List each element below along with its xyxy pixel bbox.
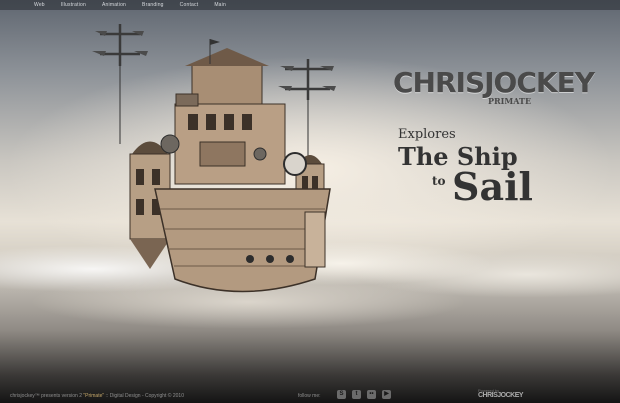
nav-item-animation[interactable]: Animation <box>102 0 126 10</box>
nav-item-contact[interactable]: Contact <box>180 0 199 10</box>
top-navigation: Web Illustration Animation Branding Cont… <box>0 0 620 10</box>
nav-item-illustration[interactable]: Illustration <box>61 0 86 10</box>
flickr-icon[interactable]: •• <box>367 390 376 399</box>
nav-item-branding[interactable]: Branding <box>142 0 164 10</box>
social-links: S t •• ▶ <box>337 390 391 399</box>
skype-icon[interactable]: S <box>337 390 346 399</box>
follow-label: follow me: <box>298 393 321 399</box>
youtube-icon[interactable]: ▶ <box>382 390 391 399</box>
copyright-text: chrisjockey™ presents version 2 "Primate… <box>10 393 184 399</box>
headline-line-3: to <box>432 174 446 188</box>
flying-ship-illustration <box>92 24 336 293</box>
footer-logo[interactable]: CHRISJOCKEY <box>478 392 524 399</box>
logo-subtitle: PRIMATE <box>488 96 532 106</box>
footer: chrisjockey™ presents version 2 "Primate… <box>0 386 620 403</box>
logo-text: CHRISJOCKEY <box>393 66 595 99</box>
twitter-icon[interactable]: t <box>352 390 361 399</box>
headline-line-4: Sail <box>452 164 533 209</box>
brand-logo[interactable]: CHRISJOCKEY PRIMATE <box>393 66 595 107</box>
copyright-prefix: chrisjockey™ presents version 2 <box>10 393 84 399</box>
headline-line-1: Explores <box>398 127 456 142</box>
copyright-suffix: :: Digital Design - Copyright © 2010 <box>104 393 184 399</box>
nav-item-web[interactable]: Web <box>34 0 45 10</box>
version-name-link[interactable]: "Primate" <box>83 393 104 399</box>
nav-item-main[interactable]: Main <box>214 0 226 10</box>
